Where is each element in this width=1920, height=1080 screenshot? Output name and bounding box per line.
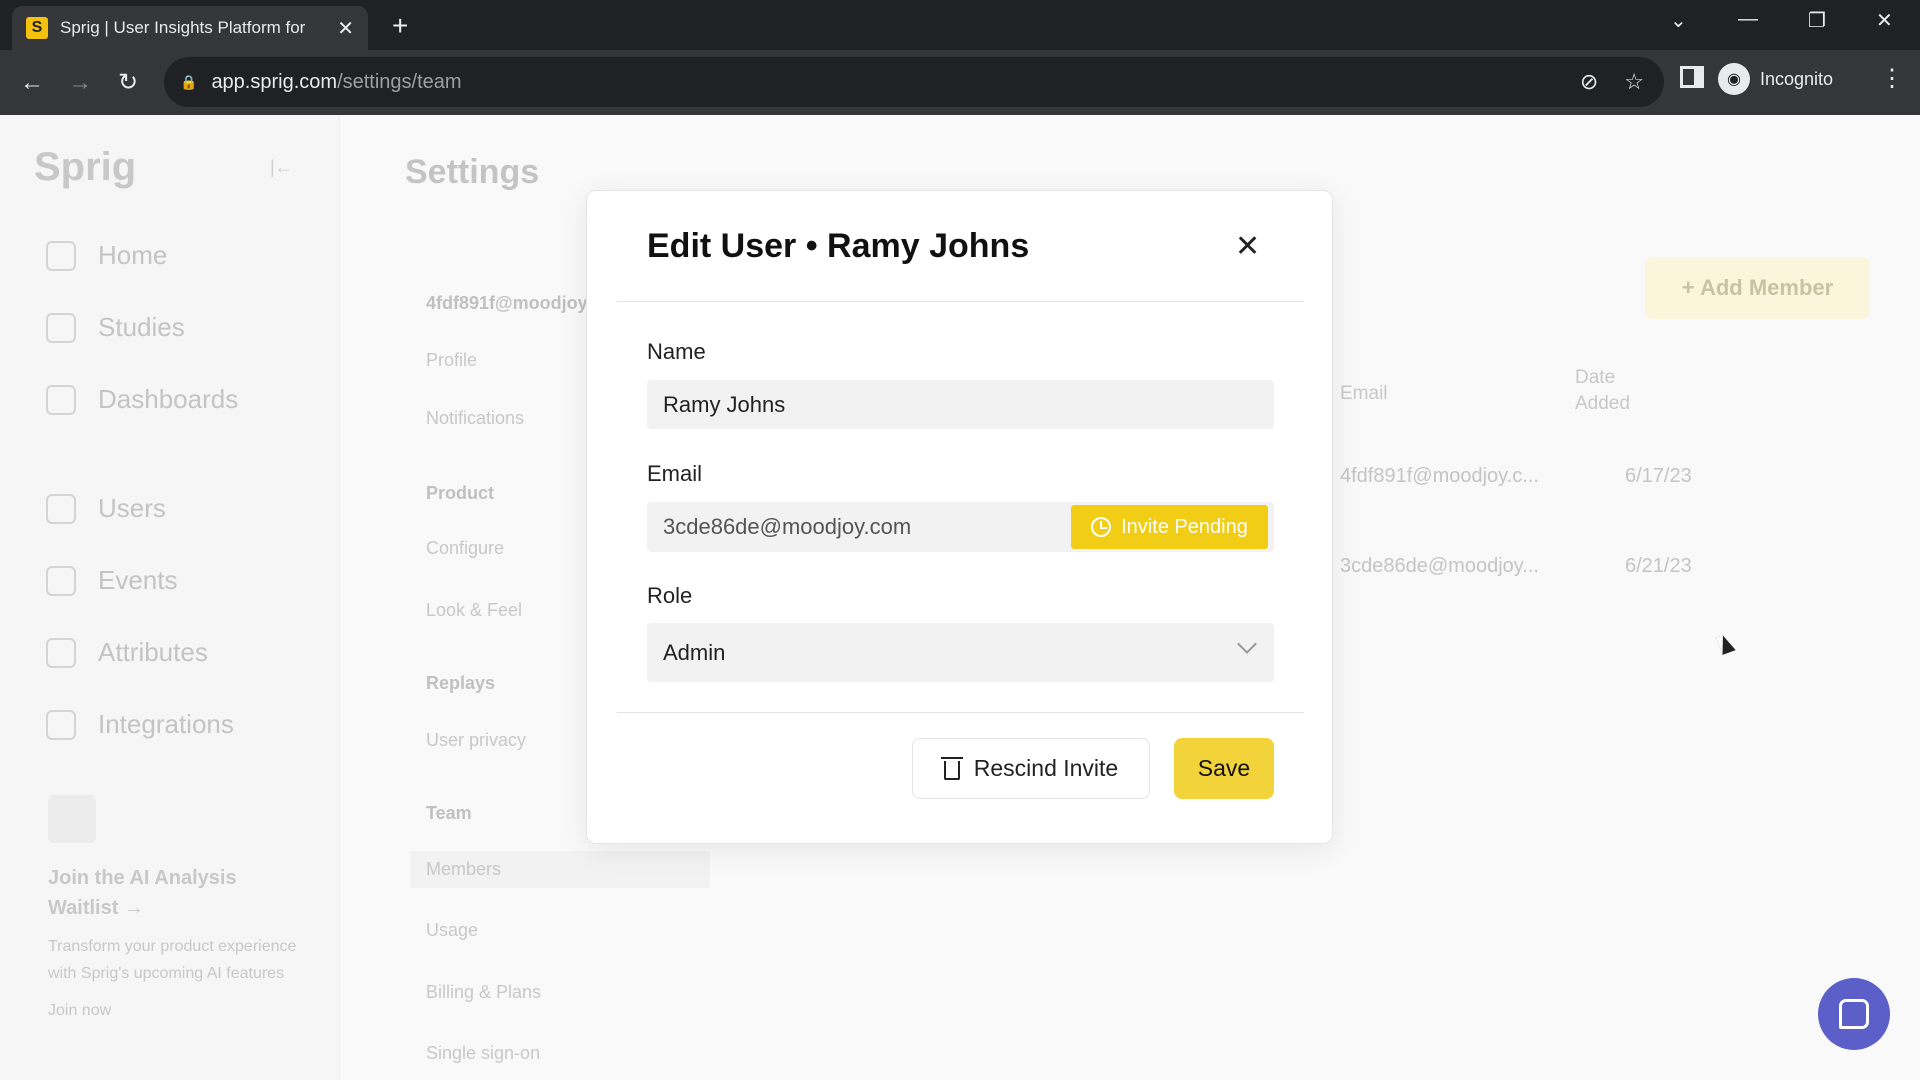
column-header-date-added[interactable]: Date Added xyxy=(1575,365,1655,417)
sidebar-item-label: Events xyxy=(98,565,178,595)
sidebar-item-studies[interactable]: Studies xyxy=(46,312,185,343)
sidebar-item-label: Users xyxy=(98,493,166,523)
minimize-icon[interactable]: — xyxy=(1738,8,1758,31)
window-close-icon[interactable]: ✕ xyxy=(1876,8,1893,33)
column-header-email[interactable]: Email xyxy=(1340,383,1388,405)
studies-icon xyxy=(46,312,76,343)
email-value: 3cde86de@moodjoy.com xyxy=(663,514,912,539)
url-path: /settings/team xyxy=(337,70,462,93)
new-tab-icon[interactable]: + xyxy=(392,10,408,42)
chat-icon xyxy=(1839,999,1869,1029)
sprig-logo: Sprig xyxy=(34,145,137,189)
sidebar-item-dashboards[interactable]: Dashboards xyxy=(46,384,238,415)
settings-nav-sso[interactable]: Single sign-on xyxy=(426,1043,540,1064)
url-input[interactable]: 🔒 app.sprig.com/settings/team ⊘ ☆ xyxy=(164,57,1664,107)
email-label: Email xyxy=(647,461,703,486)
page-title: Settings xyxy=(405,153,540,191)
promo-description: Transform your product experience with S… xyxy=(48,938,297,982)
settings-nav-notifications[interactable]: Notifications xyxy=(426,408,524,429)
invite-pending-badge[interactable]: Invite Pending xyxy=(1071,505,1268,549)
ai-waitlist-promo: Join the AI Analysis Waitlist → Transfor… xyxy=(48,795,298,1024)
home-icon xyxy=(46,240,76,271)
sidebar-item-label: Dashboards xyxy=(98,384,239,414)
settings-nav-profile[interactable]: Profile xyxy=(426,350,477,371)
browser-menu-icon[interactable]: ⋮ xyxy=(1880,64,1904,93)
reload-icon[interactable]: ↻ xyxy=(104,68,152,97)
browser-tab[interactable]: S Sprig | User Insights Platform for ✕ xyxy=(12,6,368,50)
promo-image-icon xyxy=(48,795,96,843)
promo-link[interactable]: Join now xyxy=(48,997,298,1024)
settings-nav-look-feel[interactable]: Look & Feel xyxy=(426,600,522,621)
settings-nav-product: Product xyxy=(426,483,495,503)
role-value: Admin xyxy=(663,639,726,665)
bookmark-star-icon[interactable]: ☆ xyxy=(1624,69,1644,95)
settings-nav-replays: Replays xyxy=(426,673,496,693)
profile-label: Incognito xyxy=(1760,68,1834,89)
collapse-sidebar-icon[interactable]: |← xyxy=(270,157,293,178)
eye-off-icon[interactable]: ⊘ xyxy=(1580,69,1598,95)
rescind-invite-button[interactable]: Rescind Invite xyxy=(912,738,1150,799)
email-input: 3cde86de@moodjoy.com Invite Pending xyxy=(647,502,1274,552)
sidebar-item-users[interactable]: Users xyxy=(46,493,166,524)
settings-nav-team: Team xyxy=(426,803,472,823)
edit-user-modal: Edit User • Ramy Johns ✕ Name Ramy Johns… xyxy=(586,190,1333,844)
sidebar-item-label: Studies xyxy=(98,312,185,342)
tab-title: Sprig | User Insights Platform for xyxy=(60,18,306,37)
table-cell-date: 6/17/23 xyxy=(1625,465,1692,487)
add-member-button[interactable]: + Add Member xyxy=(1645,257,1870,319)
url-host: app.sprig.com xyxy=(211,70,338,93)
name-value: Ramy Johns xyxy=(663,391,786,417)
clock-icon xyxy=(1091,517,1112,537)
role-select[interactable]: Admin xyxy=(647,623,1274,682)
sidebar-item-label: Attributes xyxy=(98,637,208,667)
close-icon[interactable]: ✕ xyxy=(1235,229,1260,264)
incognito-icon: ◉ xyxy=(1718,63,1750,95)
incognito-profile-button[interactable]: ◉ Incognito xyxy=(1718,63,1833,95)
dashboards-icon xyxy=(46,384,76,415)
sidebar-item-integrations[interactable]: Integrations xyxy=(46,709,234,740)
save-button[interactable]: Save xyxy=(1174,738,1274,799)
attributes-icon xyxy=(46,637,76,668)
sprig-favicon-icon: S xyxy=(26,17,48,39)
side-panel-icon[interactable] xyxy=(1680,66,1704,88)
promo-title[interactable]: Join the AI Analysis Waitlist → xyxy=(48,863,298,923)
invite-status: Invite Pending xyxy=(1121,515,1248,538)
lock-icon: 🔒 xyxy=(180,73,198,90)
settings-nav-user-privacy[interactable]: User privacy xyxy=(426,730,526,751)
settings-nav-billing[interactable]: Billing & Plans xyxy=(426,982,541,1003)
intercom-chat-button[interactable] xyxy=(1818,978,1890,1050)
chevron-down-icon xyxy=(1237,634,1257,654)
forward-icon[interactable]: → xyxy=(56,69,104,97)
restore-icon[interactable]: ❐ xyxy=(1808,8,1826,33)
table-cell-email: 4fdf891f@moodjoy.c... xyxy=(1340,465,1539,487)
sidebar: Sprig |← Home Studies Dashboards Users E… xyxy=(0,115,340,1080)
modal-title: Edit User • Ramy Johns xyxy=(647,227,1030,265)
sidebar-item-label: Integrations xyxy=(98,709,234,739)
sidebar-item-events[interactable]: Events xyxy=(46,565,178,596)
tab-search-icon[interactable]: ⌄ xyxy=(1670,8,1687,33)
tab-close-icon[interactable]: ✕ xyxy=(337,16,354,41)
back-icon[interactable]: ← xyxy=(8,69,56,97)
trash-icon xyxy=(940,757,963,780)
role-label: Role xyxy=(647,583,693,608)
address-bar-row: ← → ↻ 🔒 app.sprig.com/settings/team ⊘ ☆ … xyxy=(0,50,1920,115)
settings-nav-usage[interactable]: Usage xyxy=(426,920,478,941)
divider xyxy=(617,301,1304,302)
integrations-icon xyxy=(46,709,76,740)
settings-nav-members[interactable]: Members xyxy=(410,851,710,888)
events-icon xyxy=(46,565,76,596)
name-label: Name xyxy=(647,339,706,364)
users-icon xyxy=(46,493,76,524)
sidebar-item-attributes[interactable]: Attributes xyxy=(46,637,208,668)
settings-nav-configure[interactable]: Configure xyxy=(426,538,504,559)
name-input[interactable]: Ramy Johns xyxy=(647,380,1274,429)
sidebar-item-label: Home xyxy=(98,240,168,270)
sidebar-item-home[interactable]: Home xyxy=(46,240,167,271)
rescind-label: Rescind Invite xyxy=(973,755,1119,781)
table-cell-email: 3cde86de@moodjoy... xyxy=(1340,555,1539,577)
divider xyxy=(617,712,1304,713)
browser-tab-strip: S Sprig | User Insights Platform for ✕ +… xyxy=(0,0,1920,50)
table-cell-date: 6/21/23 xyxy=(1625,555,1692,577)
